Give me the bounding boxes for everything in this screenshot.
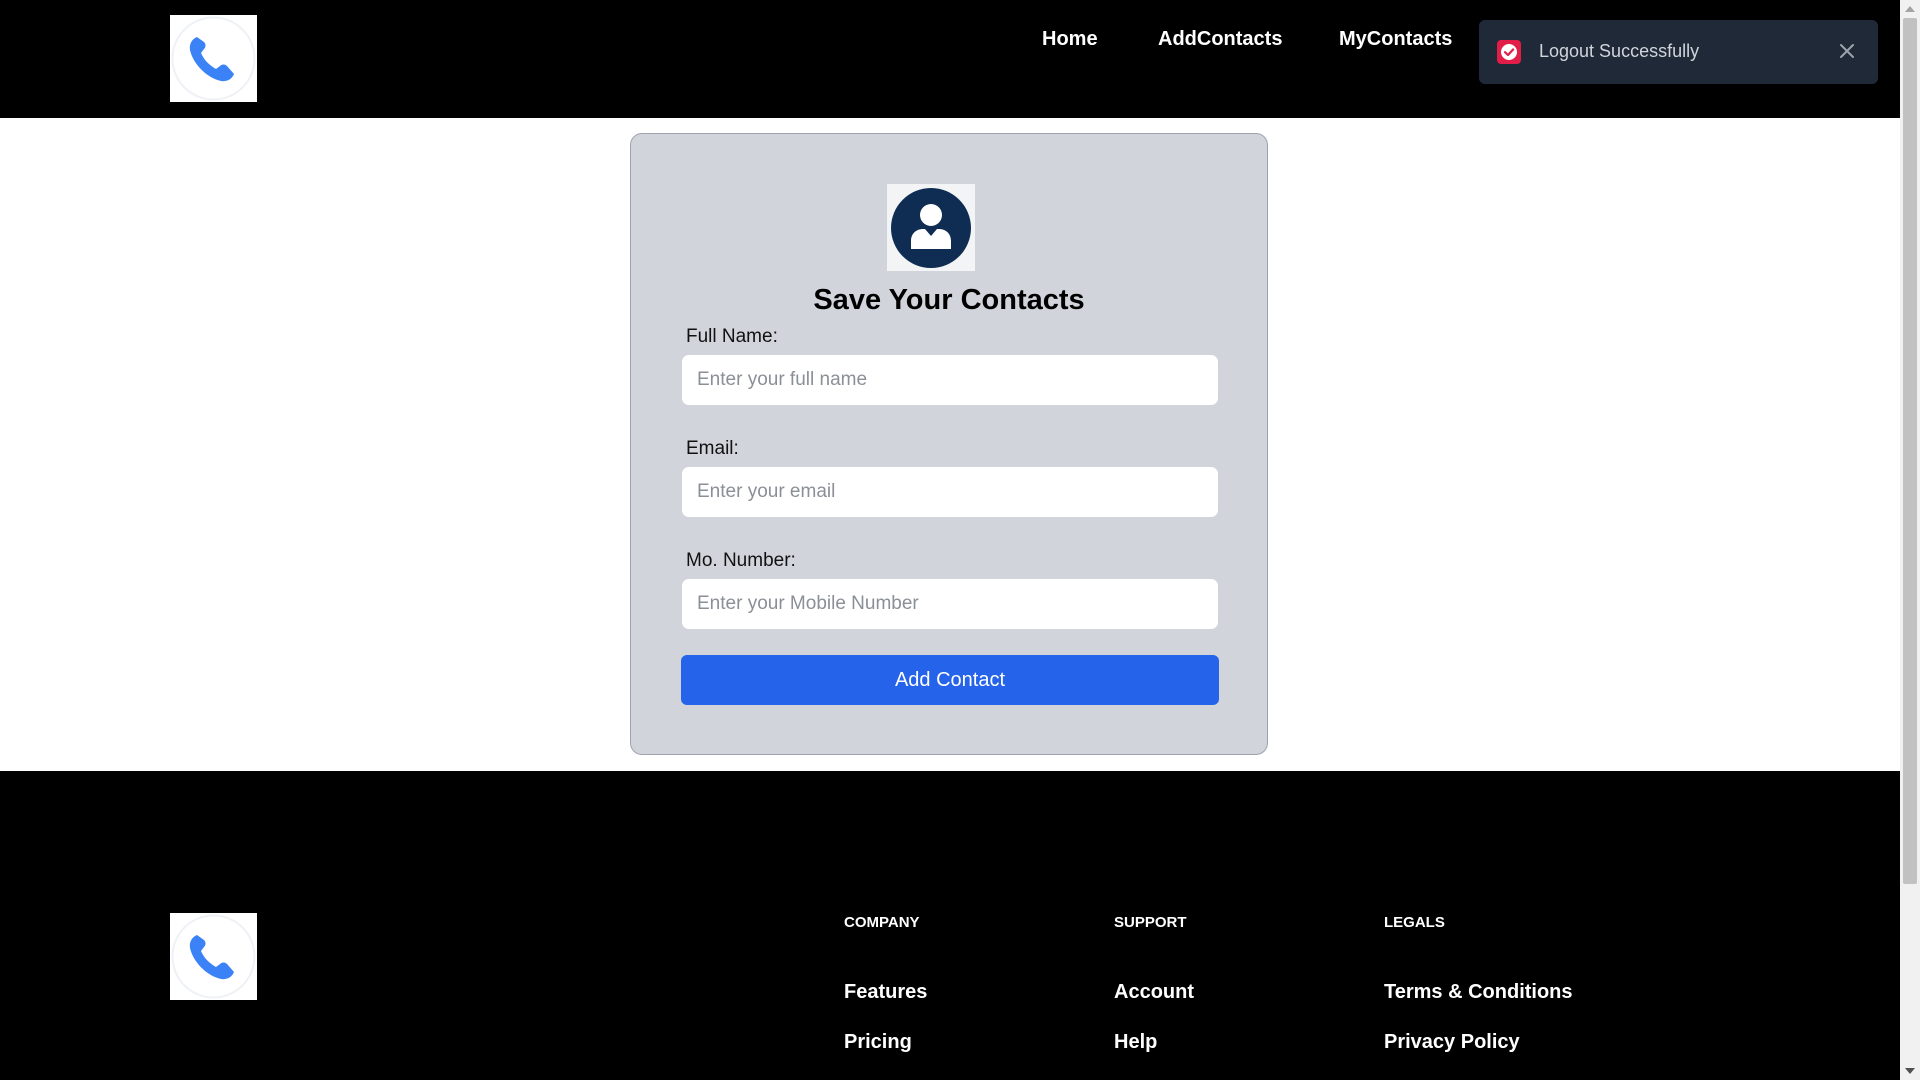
scroll-up-arrow-icon[interactable]: [1905, 6, 1915, 12]
phone-icon: [171, 16, 256, 101]
page-title: Save Your Contacts: [813, 284, 1085, 316]
phone-icon: [171, 914, 256, 999]
page: Home AddContacts MyContacts Logout Succe…: [0, 0, 1920, 1080]
check-icon: [1497, 40, 1521, 64]
nav-home-link[interactable]: Home: [1042, 28, 1098, 51]
footer-link-help[interactable]: Help: [1114, 1031, 1157, 1054]
email-label: Email:: [686, 438, 739, 459]
email-input[interactable]: [681, 466, 1219, 518]
user-icon: [891, 187, 971, 268]
vertical-scrollbar[interactable]: [1900, 0, 1920, 1080]
footer-link-pricing[interactable]: Pricing: [844, 1031, 912, 1054]
full-name-input[interactable]: [681, 354, 1219, 406]
site-footer: COMPANY Features Pricing SUPPORT Account…: [0, 771, 1900, 1080]
footer-heading-support: SUPPORT: [1114, 914, 1187, 931]
scrollbar-thumb[interactable]: [1903, 18, 1917, 884]
add-contact-button[interactable]: Add Contact: [681, 655, 1219, 705]
mobile-number-input[interactable]: [681, 578, 1219, 630]
footer-heading-company: COMPANY: [844, 914, 920, 931]
nav-mycontacts-link[interactable]: MyContacts: [1339, 28, 1452, 51]
toast-notification: Logout Successfully: [1479, 20, 1878, 84]
footer-heading-legals: LEGALS: [1384, 914, 1445, 931]
scroll-down-arrow-icon[interactable]: [1905, 1068, 1915, 1074]
footer-link-account[interactable]: Account: [1114, 981, 1194, 1004]
header-logo[interactable]: [170, 15, 257, 102]
footer-link-features[interactable]: Features: [844, 981, 927, 1004]
mobile-number-label: Mo. Number:: [686, 550, 796, 571]
close-icon[interactable]: [1838, 42, 1856, 60]
add-contact-card: Save Your Contacts Full Name: Email: Mo.…: [630, 133, 1268, 755]
full-name-label: Full Name:: [686, 326, 778, 347]
footer-logo[interactable]: [170, 913, 257, 1000]
page-content: Home AddContacts MyContacts Logout Succe…: [0, 0, 1900, 1080]
footer-link-privacy[interactable]: Privacy Policy: [1384, 1031, 1520, 1054]
toast-message: Logout Successfully: [1539, 41, 1700, 61]
nav-addcontacts-link[interactable]: AddContacts: [1158, 28, 1282, 51]
footer-link-terms[interactable]: Terms & Conditions: [1384, 981, 1573, 1004]
avatar: [887, 184, 975, 271]
